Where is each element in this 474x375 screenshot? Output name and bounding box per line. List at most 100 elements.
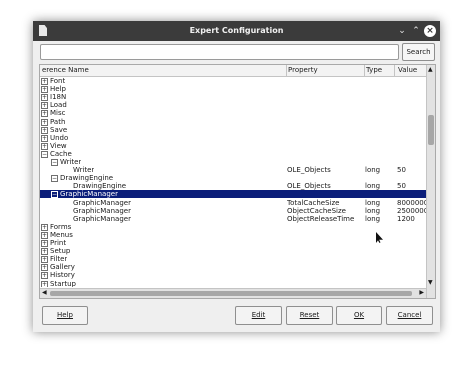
row-value: 50 bbox=[397, 182, 406, 191]
row-name: Print bbox=[50, 239, 67, 247]
tree-row[interactable]: + View bbox=[40, 142, 426, 150]
column-header-value[interactable]: Value bbox=[396, 65, 428, 76]
expand-icon[interactable]: + bbox=[41, 248, 48, 256]
tree-row[interactable]: GraphicManager TotalCacheSize long 80000000 bbox=[40, 199, 426, 207]
expand-icon[interactable]: + bbox=[41, 118, 48, 126]
expand-icon[interactable]: + bbox=[41, 94, 48, 102]
tree-row[interactable]: + Print bbox=[40, 239, 426, 247]
collapse-icon[interactable]: − bbox=[41, 150, 48, 158]
tree-row[interactable]: − DrawingEngine bbox=[40, 174, 426, 183]
horizontal-scroll-thumb[interactable] bbox=[50, 291, 412, 296]
expand-icon[interactable]: + bbox=[41, 110, 48, 118]
search-button[interactable]: Search bbox=[402, 43, 435, 61]
expand-icon[interactable]: + bbox=[41, 134, 48, 142]
expand-icon[interactable]: + bbox=[41, 126, 48, 134]
tree-row[interactable]: + Font bbox=[40, 77, 426, 85]
expand-icon[interactable]: + bbox=[41, 240, 48, 247]
tree-row[interactable]: + Setup bbox=[40, 247, 426, 256]
maximize-icon[interactable]: ⌃ bbox=[410, 25, 422, 37]
edit-button[interactable]: Edit bbox=[235, 306, 282, 325]
tree-row[interactable]: + Forms bbox=[40, 223, 426, 231]
tree-row[interactable]: − Writer bbox=[40, 158, 426, 166]
horizontal-scrollbar[interactable]: ◀ ▶ bbox=[40, 288, 426, 298]
tree-row[interactable]: + Misc bbox=[40, 109, 426, 118]
tree-row[interactable]: GraphicManager ObjectCacheSize long 2500000… bbox=[40, 207, 426, 215]
vertical-scroll-thumb[interactable] bbox=[428, 115, 434, 145]
row-name: Misc bbox=[50, 109, 66, 118]
expand-icon[interactable]: + bbox=[41, 231, 48, 239]
row-name: Help bbox=[50, 85, 66, 94]
row-name: Gallery bbox=[50, 263, 75, 272]
close-icon[interactable]: × bbox=[424, 25, 436, 37]
expand-icon[interactable]: + bbox=[41, 223, 48, 231]
tree-row[interactable]: + History bbox=[40, 271, 426, 280]
tree-row[interactable]: + Help bbox=[40, 85, 426, 94]
help-button[interactable]: Help bbox=[42, 306, 88, 325]
row-type: long bbox=[365, 166, 381, 175]
row-name: Save bbox=[50, 125, 68, 134]
row-name: History bbox=[50, 271, 75, 280]
vertical-scrollbar[interactable]: ▲ ▼ bbox=[426, 65, 435, 298]
scroll-down-icon[interactable]: ▼ bbox=[428, 279, 433, 286]
tree-row[interactable]: + Startup bbox=[40, 279, 426, 288]
row-name: GraphicManager bbox=[73, 198, 131, 207]
expand-icon[interactable]: + bbox=[41, 142, 48, 150]
row-name: Startup bbox=[50, 279, 76, 288]
tree-row[interactable]: + Save bbox=[40, 126, 426, 134]
collapse-icon[interactable]: − bbox=[51, 159, 58, 166]
row-type: long bbox=[365, 214, 381, 223]
search-input[interactable] bbox=[40, 44, 399, 60]
row-property: ObjectCacheSize bbox=[287, 206, 346, 215]
tree-row[interactable]: − GraphicManager bbox=[40, 190, 426, 199]
row-name: View bbox=[50, 141, 67, 150]
scroll-right-icon[interactable]: ▶ bbox=[419, 289, 424, 296]
column-header-property[interactable]: Property bbox=[286, 65, 365, 76]
expand-icon[interactable]: + bbox=[41, 256, 48, 264]
column-header-type[interactable]: Type bbox=[364, 65, 395, 76]
row-name: GraphicManager bbox=[60, 190, 118, 199]
tree-row[interactable]: − Cache bbox=[40, 150, 426, 158]
reset-button[interactable]: Reset bbox=[286, 306, 333, 325]
column-header-preference-name[interactable]: erence Name bbox=[40, 65, 287, 76]
title-bar[interactable]: Expert Configuration ⌄ ⌃ × bbox=[33, 21, 440, 41]
scroll-up-icon[interactable]: ▲ bbox=[428, 66, 433, 73]
tree-rows: + Font + Help + I18N + Load + Misc + Path + Save + Undo… bbox=[40, 77, 426, 287]
tree-row[interactable]: + Load bbox=[40, 101, 426, 110]
row-name: DrawingEngine bbox=[73, 182, 127, 191]
row-name: GraphicManager bbox=[73, 214, 131, 223]
row-name: I18N bbox=[50, 93, 67, 102]
ok-button[interactable]: OK bbox=[336, 306, 382, 325]
tree-row[interactable]: + I18N bbox=[40, 93, 426, 102]
expand-icon[interactable]: + bbox=[41, 78, 48, 85]
minimize-icon[interactable]: ⌄ bbox=[396, 25, 408, 37]
tree-row[interactable]: GraphicManager ObjectReleaseTime long 1200 bbox=[40, 215, 426, 223]
expand-icon[interactable]: + bbox=[41, 102, 48, 110]
expand-icon[interactable]: + bbox=[41, 86, 48, 94]
expert-configuration-dialog: Expert Configuration ⌄ ⌃ × Search erence… bbox=[33, 21, 440, 332]
scroll-left-icon[interactable]: ◀ bbox=[42, 289, 47, 296]
tree-row[interactable]: + Filter bbox=[40, 255, 426, 264]
column-header: erence Name Property Type Value bbox=[40, 65, 426, 77]
tree-row[interactable]: Writer OLE_Objects long 50 bbox=[40, 166, 426, 174]
expand-icon[interactable]: + bbox=[41, 264, 48, 272]
row-name: Menus bbox=[50, 230, 73, 239]
preferences-tree-table: erence Name Property Type Value + Font + He… bbox=[39, 64, 436, 299]
row-name: Font bbox=[50, 77, 66, 85]
tree-row[interactable]: + Undo bbox=[40, 134, 426, 142]
row-property: TotalCacheSize bbox=[287, 198, 340, 207]
row-name: Writer bbox=[73, 166, 95, 175]
row-type: long bbox=[365, 182, 381, 191]
cancel-button[interactable]: Cancel bbox=[386, 306, 433, 325]
tree-row[interactable]: DrawingEngine OLE_Objects long 50 bbox=[40, 182, 426, 190]
expand-icon[interactable]: + bbox=[41, 272, 48, 280]
tree-row[interactable]: + Menus bbox=[40, 231, 426, 239]
row-property: OLE_Objects bbox=[287, 166, 331, 175]
collapse-icon[interactable]: − bbox=[51, 191, 58, 199]
tree-row[interactable]: + Path bbox=[40, 118, 426, 126]
row-name: Filter bbox=[50, 255, 68, 264]
tree-row[interactable]: + Gallery bbox=[40, 263, 426, 272]
collapse-icon[interactable]: − bbox=[51, 175, 58, 183]
expand-icon[interactable]: + bbox=[41, 280, 48, 287]
row-value: 80000000 bbox=[397, 198, 426, 207]
row-property: OLE_Objects bbox=[287, 182, 331, 191]
